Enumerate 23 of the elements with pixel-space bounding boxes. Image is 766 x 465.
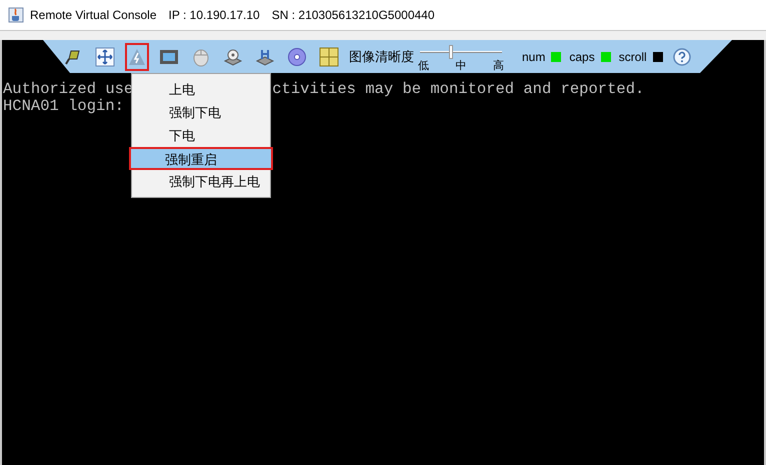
tick-label: 中 (456, 60, 466, 72)
indicator-label: caps (569, 48, 595, 66)
indicator-label: num (522, 48, 546, 66)
tick-label: 高 (493, 60, 504, 72)
window-title: Remote Virtual Console (30, 7, 157, 24)
indicator-label: scroll (618, 48, 647, 66)
quality-label: 图像清晰度 (349, 48, 414, 66)
tick-label: 低 (418, 60, 429, 72)
menu-item[interactable]: 强制下电 (132, 101, 270, 124)
ip-address: IP : 10.190.17.10 (168, 7, 260, 24)
quality-slider[interactable] (420, 45, 502, 59)
coffee-cup-icon (8, 7, 24, 23)
serial-number: SN : 210305613210G5000440 (272, 7, 435, 24)
console-text: ctivities may be monitored and reported. (272, 81, 644, 98)
lightning-icon[interactable] (125, 42, 149, 70)
slider-thumb[interactable] (449, 45, 454, 59)
console-text: HCNA01 login: (3, 98, 124, 115)
console-text: Authorized use (3, 81, 134, 98)
help-icon[interactable] (672, 48, 691, 66)
menu-item[interactable]: 上电 (132, 78, 270, 101)
menu-item[interactable]: 强制重启 (129, 147, 273, 170)
menu-item[interactable]: 强制下电再上电 (132, 170, 270, 193)
menu-item[interactable]: 下电 (132, 124, 270, 147)
